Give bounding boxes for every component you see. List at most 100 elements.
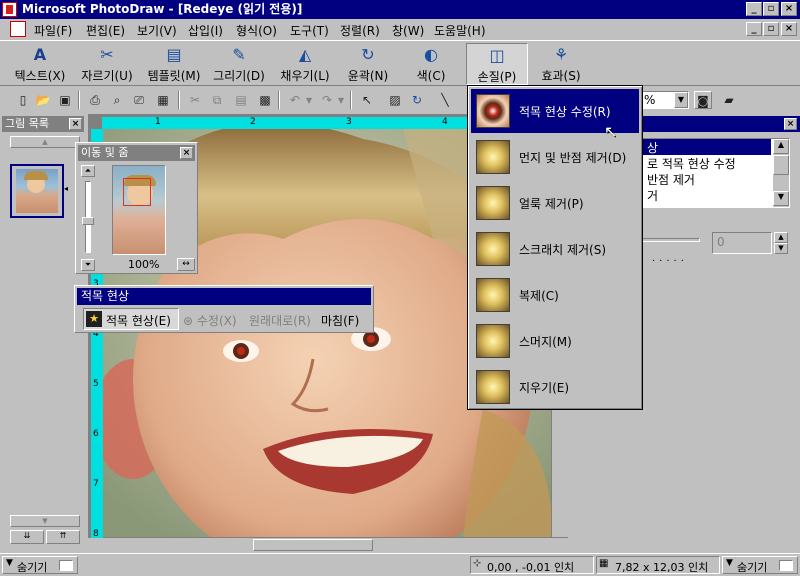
menu-edit[interactable]: 편집(E) bbox=[86, 22, 125, 39]
menu-format[interactable]: 형식(O) bbox=[236, 22, 277, 39]
new-icon[interactable]: ▯ bbox=[14, 91, 32, 109]
crop-button[interactable]: ✂ 자르기(U) bbox=[76, 43, 138, 85]
camera-icon[interactable]: ▦ bbox=[154, 91, 172, 109]
menu-file[interactable]: 파일(F) bbox=[34, 22, 72, 39]
scroll-top-button[interactable]: ⇈ bbox=[46, 530, 80, 544]
color-button[interactable]: ◐ 색(C) bbox=[404, 43, 458, 85]
format-painter-icon[interactable]: ▩ bbox=[256, 91, 274, 109]
zoom-in-icon[interactable]: ⏶ bbox=[81, 165, 95, 177]
document-icon[interactable] bbox=[10, 21, 26, 37]
menu-window[interactable]: 창(W) bbox=[392, 22, 424, 39]
open-icon[interactable]: 📂 bbox=[34, 91, 52, 109]
scroll-up-button[interactable]: ▲ bbox=[10, 136, 80, 148]
effects-button-label: 효과(S) bbox=[541, 69, 581, 83]
pointer-icon[interactable]: ↖ bbox=[358, 91, 376, 109]
menu-item-clone[interactable]: 복제(C) bbox=[471, 273, 639, 317]
text-button[interactable]: A 텍스트(X) bbox=[8, 43, 72, 85]
scroll-down-button[interactable]: ▼ bbox=[10, 515, 80, 527]
panel-expand-arrow-icon[interactable]: ◂ bbox=[64, 184, 68, 193]
redo-dropdown-icon[interactable]: ▾ bbox=[336, 91, 346, 109]
red-eye-finish-button[interactable]: 마침(F) bbox=[321, 312, 359, 329]
redo-icon[interactable]: ↷ bbox=[318, 91, 336, 109]
line-icon[interactable]: ╲ bbox=[436, 91, 454, 109]
undo-dropdown-icon[interactable]: ▾ bbox=[304, 91, 314, 109]
menu-arrange[interactable]: 정렬(R) bbox=[340, 22, 380, 39]
menu-view[interactable]: 보기(V) bbox=[137, 22, 177, 39]
pan-preview[interactable] bbox=[112, 165, 166, 255]
draw-button[interactable]: ✎ 그리기(D) bbox=[208, 43, 270, 85]
hide-right-button[interactable]: ▼ 숨기기 bbox=[722, 556, 798, 574]
paint-bucket-icon: ◭ bbox=[298, 45, 312, 64]
red-eye-restore-button[interactable]: 원래대로(R) bbox=[249, 312, 311, 329]
print-preview-icon[interactable]: ⌕ bbox=[108, 91, 126, 109]
doc-minimize-button[interactable]: _ bbox=[746, 22, 762, 36]
save-icon[interactable]: ▣ bbox=[56, 91, 74, 109]
copy-icon[interactable]: ⧉ bbox=[208, 91, 226, 109]
menu-item-scratch[interactable]: 스크래치 제거(S) bbox=[471, 227, 639, 271]
zoom-combo[interactable]: % ▼ bbox=[641, 91, 689, 109]
canvas-hscrollbar[interactable] bbox=[88, 538, 568, 552]
scroll-bottom-button[interactable]: ⇊ bbox=[10, 530, 44, 544]
list-scroll-thumb[interactable] bbox=[773, 155, 789, 175]
arrange-icon[interactable]: ▨ bbox=[386, 91, 404, 109]
cut-icon[interactable]: ✂ bbox=[186, 91, 204, 109]
clip-gallery-icon[interactable]: ▰ bbox=[720, 91, 738, 109]
fit-view-icon[interactable]: ↔ bbox=[177, 258, 195, 271]
doc-restore-button[interactable]: ▫ bbox=[763, 22, 779, 36]
menu-item-dust[interactable]: 먼지 및 반점 제거(D) bbox=[471, 135, 639, 179]
rotate-icon[interactable]: ↻ bbox=[408, 91, 426, 109]
menu-item-label: 얼룩 제거(P) bbox=[519, 197, 584, 211]
picture-list-close-button[interactable]: × bbox=[69, 118, 82, 130]
menu-help[interactable]: 도움말(H) bbox=[434, 22, 486, 39]
menu-tools[interactable]: 도구(T) bbox=[290, 22, 329, 39]
red-eye-tool-button[interactable]: ★ 적목 현상(E) bbox=[83, 308, 179, 330]
outline-button[interactable]: ↻ 윤곽(N) bbox=[340, 43, 396, 85]
workpane-list[interactable]: 상 로 적목 현상 수정 반점 제거 거 ▲ ▼ bbox=[642, 138, 790, 208]
red-eye-panel: 적목 현상 ★ 적목 현상(E) ⊛ 수정(X) 원래대로(R) 마침(F) bbox=[74, 285, 374, 333]
doc-close-button[interactable]: × bbox=[781, 22, 797, 36]
zoom-dropdown-icon[interactable]: ▼ bbox=[674, 92, 688, 108]
fill-button[interactable]: ◭ 채우기(L) bbox=[274, 43, 336, 85]
red-eye-fix-button[interactable]: ⊛ 수정(X) bbox=[183, 312, 237, 329]
paste-icon[interactable]: ▤ bbox=[232, 91, 250, 109]
print-icon[interactable]: ⎙ bbox=[86, 91, 104, 109]
minimize-button[interactable]: _ bbox=[746, 2, 762, 16]
menu-item-erase[interactable]: 지우기(E) bbox=[471, 365, 639, 409]
workpane-close-button[interactable]: × bbox=[784, 118, 797, 130]
close-button[interactable]: × bbox=[781, 2, 797, 16]
size-slider-track[interactable] bbox=[642, 238, 700, 242]
template-button[interactable]: ▤ 템플릿(M) bbox=[142, 43, 206, 85]
list-scrollbar[interactable]: ▲ ▼ bbox=[773, 139, 789, 207]
touchup-button[interactable]: ◫ 손질(P) bbox=[466, 43, 528, 85]
pan-viewport-rect[interactable] bbox=[123, 178, 151, 206]
undo-icon[interactable]: ↶ bbox=[286, 91, 304, 109]
restore-button[interactable]: ▫ bbox=[763, 2, 779, 16]
menu-insert[interactable]: 삽입(I) bbox=[188, 22, 223, 39]
spin-up-icon[interactable]: ▲ bbox=[774, 232, 788, 243]
chevron-down-icon: ▼ bbox=[726, 558, 733, 568]
menu-item-despeckle[interactable]: 얼룩 제거(P) bbox=[471, 181, 639, 225]
zoom-slider-thumb[interactable] bbox=[82, 217, 94, 225]
crop-button-label: 자르기(U) bbox=[81, 69, 133, 83]
zoom-out-icon[interactable]: ⏷ bbox=[81, 259, 95, 271]
size-spin-input[interactable]: 0 bbox=[712, 232, 772, 254]
hscroll-thumb[interactable] bbox=[253, 539, 373, 551]
app-icon[interactable] bbox=[2, 2, 17, 17]
pan-zoom-close-button[interactable]: × bbox=[180, 147, 193, 159]
workpane-list-item[interactable]: 상 bbox=[643, 139, 771, 155]
toolbar-separator bbox=[78, 91, 80, 109]
spin-down-icon[interactable]: ▼ bbox=[774, 243, 788, 254]
picture-thumbnail[interactable] bbox=[10, 164, 64, 218]
menu-item-smudge[interactable]: 스머지(M) bbox=[471, 319, 639, 363]
red-eye-tool-label: 적목 현상(E) bbox=[106, 314, 171, 328]
workpane-list-item[interactable]: 반점 제거 bbox=[643, 171, 695, 188]
workpane-list-item[interactable]: 로 적목 현상 수정 bbox=[643, 155, 736, 172]
scan-icon[interactable]: ⎚ bbox=[130, 91, 148, 109]
ruler-h-tick: 4 bbox=[442, 117, 448, 127]
hide-left-button[interactable]: ▼ 숨기기 bbox=[2, 556, 78, 574]
list-scroll-up-icon[interactable]: ▲ bbox=[773, 139, 789, 154]
zoom-to-fit-icon[interactable]: ◙ bbox=[694, 91, 712, 109]
list-scroll-down-icon[interactable]: ▼ bbox=[773, 191, 789, 206]
workpane-list-item[interactable]: 거 bbox=[643, 187, 658, 204]
effects-button[interactable]: ⚘ 효과(S) bbox=[532, 43, 590, 85]
